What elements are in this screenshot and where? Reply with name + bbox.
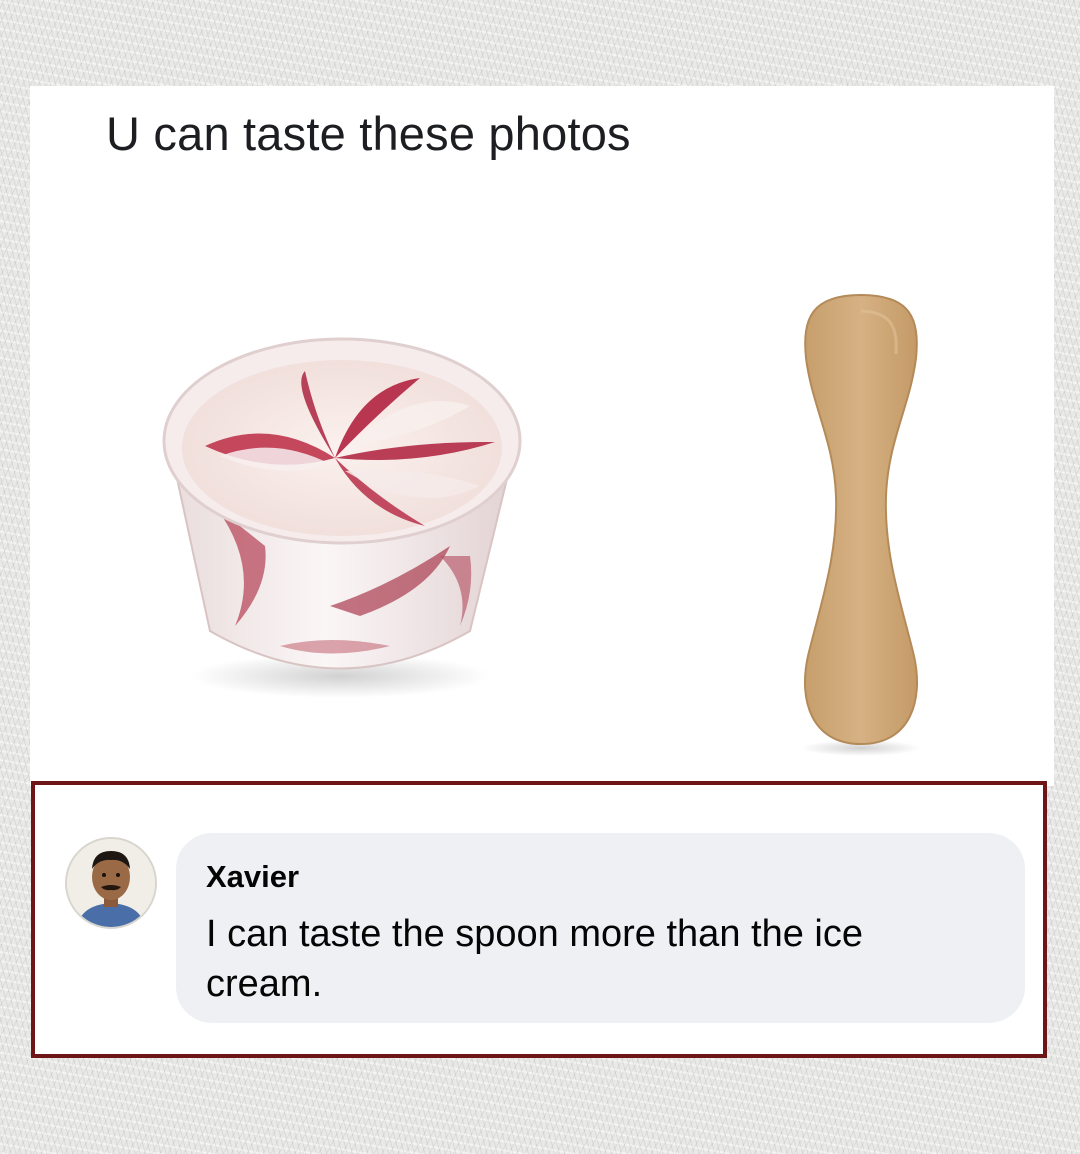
comment-bubble: Xavier I can taste the spoon more than t…	[176, 833, 1025, 1023]
avatar[interactable]	[65, 837, 157, 929]
comment-author[interactable]: Xavier	[206, 859, 299, 895]
avatar-photo	[67, 839, 155, 927]
ice-cream-cup-image	[162, 337, 522, 698]
wooden-spoon-image	[801, 293, 921, 756]
post-photo	[162, 293, 921, 756]
highlighted-comment: Xavier I can taste the spoon more than t…	[31, 781, 1047, 1058]
comment-text: I can taste the spoon more than the ice …	[206, 913, 863, 1005]
post-card: U can taste these photos	[30, 86, 1054, 786]
